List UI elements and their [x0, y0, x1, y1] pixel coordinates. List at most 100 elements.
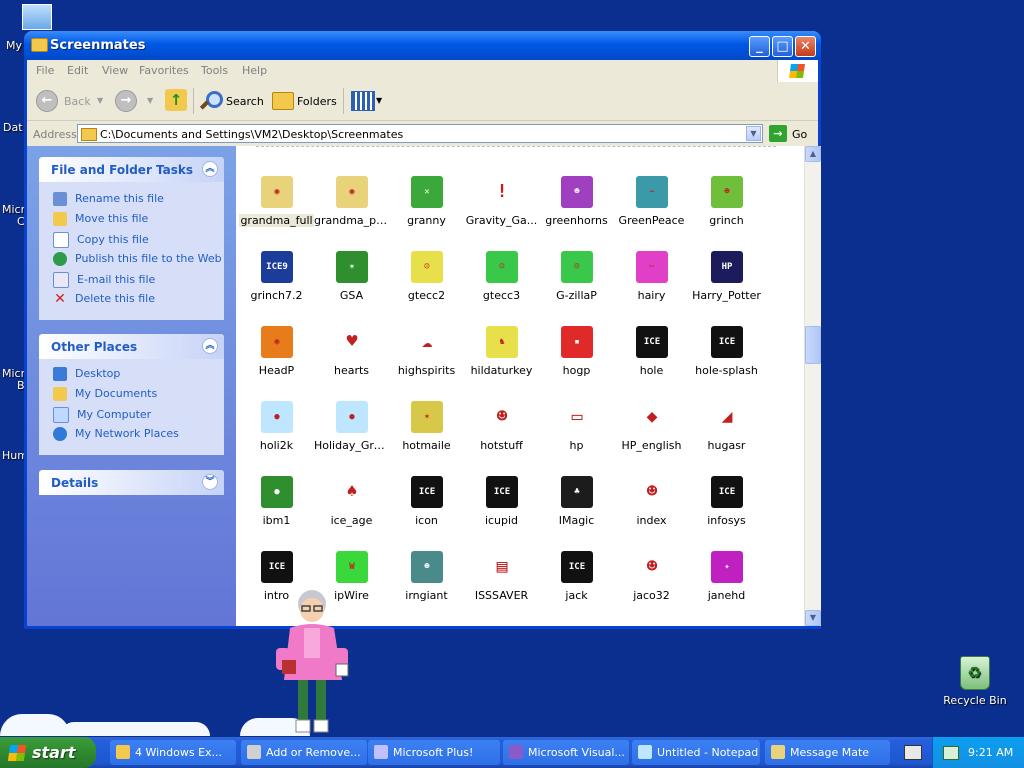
place-my-computer[interactable]: My Computer	[53, 407, 151, 425]
menu-file[interactable]: File	[36, 64, 54, 77]
place-my-documents[interactable]: My Documents	[53, 387, 157, 405]
start-button[interactable]: start	[0, 737, 96, 768]
file-item[interactable]: ◆ HP_english	[614, 401, 689, 471]
file-item[interactable]: ● holi2k	[239, 401, 314, 471]
file-item[interactable]: ✶ GSA	[314, 251, 389, 321]
file-item[interactable]: ● Holiday_Gre...	[314, 401, 389, 471]
title-bar[interactable]: Screenmates _ □ ✕	[24, 31, 821, 60]
collapse-chevron-icon[interactable]: ︽	[202, 161, 218, 177]
file-item[interactable]: ✶ hotmaile	[389, 401, 464, 471]
address-input[interactable]: C:\Documents and Settings\VM2\Desktop\Sc…	[77, 124, 763, 143]
forward-button[interactable]: →	[115, 90, 137, 112]
views-icon[interactable]	[351, 91, 375, 111]
file-item[interactable]: ▪ hogp	[539, 326, 614, 396]
file-item[interactable]: ♣ IMagic	[539, 476, 614, 546]
up-folder-button[interactable]: ↑	[165, 89, 187, 111]
panel-header[interactable]: File and Folder Tasks ︽	[39, 157, 224, 182]
file-item[interactable]: ☺ gtecc3	[464, 251, 539, 321]
file-item[interactable]: ● ibm1	[239, 476, 314, 546]
file-item[interactable]: ICE infosys	[689, 476, 764, 546]
file-item[interactable]: ☻ irngiant	[389, 551, 464, 621]
taskbar-button[interactable]: 4 Windows Ex...	[110, 740, 236, 765]
taskbar-button[interactable]: Message Mate	[765, 740, 890, 765]
panel-header[interactable]: Details ︾	[39, 470, 224, 495]
task-rename[interactable]: Rename this file	[53, 192, 164, 210]
file-item[interactable]: ▭ hp	[539, 401, 614, 471]
folders-button[interactable]: Folders	[297, 95, 337, 108]
collapse-chevron-icon[interactable]: ︽	[202, 338, 218, 354]
scroll-down-button[interactable]: ▼	[805, 610, 821, 626]
scroll-thumb[interactable]	[805, 326, 821, 364]
file-item[interactable]: ICE jack	[539, 551, 614, 621]
go-button[interactable]: Go	[792, 128, 807, 141]
file-item[interactable]: ☻ jaco32	[614, 551, 689, 621]
maximize-button[interactable]: □	[772, 36, 793, 57]
minimize-button[interactable]: _	[749, 36, 770, 57]
taskbar-button[interactable]: Microsoft Plus!	[368, 740, 500, 765]
back-button[interactable]: Back	[64, 95, 91, 108]
folders-icon[interactable]	[272, 92, 294, 110]
file-item[interactable]: ☻ greenhorns	[539, 176, 614, 246]
desktop-icon-label[interactable]: Dat	[3, 121, 23, 134]
task-publish[interactable]: Publish this file to the Web	[53, 252, 222, 270]
menu-favorites[interactable]: Favorites	[139, 64, 189, 77]
file-item[interactable]: ICE9 grinch7.2	[239, 251, 314, 321]
close-button[interactable]: ✕	[795, 36, 816, 57]
file-item[interactable]: ICE icupid	[464, 476, 539, 546]
go-arrow-icon[interactable]: →	[769, 125, 787, 142]
file-item[interactable]: ☺ G-zillaP	[539, 251, 614, 321]
scroll-up-button[interactable]: ▲	[805, 146, 821, 162]
place-my-network[interactable]: My Network Places	[53, 427, 179, 445]
grandma-screenmate-sprite[interactable]	[276, 584, 352, 740]
place-desktop[interactable]: Desktop	[53, 367, 120, 385]
file-item[interactable]: ◉ grandma_full	[239, 176, 314, 246]
file-item[interactable]: ☺ gtecc2	[389, 251, 464, 321]
desktop-icon-recycle-bin[interactable]: Recycle Bin	[940, 656, 1010, 707]
panel-header[interactable]: Other Places ︽	[39, 334, 224, 359]
file-item[interactable]: ◉ grandma_paid	[314, 176, 389, 246]
file-item[interactable]: ☻ hotstuff	[464, 401, 539, 471]
taskbar-button[interactable]: Add or Remove...	[241, 740, 367, 765]
file-item[interactable]: ICE icon	[389, 476, 464, 546]
menu-help[interactable]: Help	[242, 64, 267, 77]
tray-icon[interactable]	[943, 746, 959, 760]
forward-dropdown-icon[interactable]: ▼	[147, 96, 153, 105]
task-move[interactable]: Move this file	[53, 212, 148, 230]
back-arrow-icon[interactable]: ←	[36, 90, 58, 112]
file-item[interactable]: ICE hole	[614, 326, 689, 396]
menu-view[interactable]: View	[102, 64, 128, 77]
file-item[interactable]: ICE hole-splash	[689, 326, 764, 396]
file-item[interactable]: ☻ grinch	[689, 176, 764, 246]
menu-tools[interactable]: Tools	[201, 64, 228, 77]
menu-edit[interactable]: Edit	[67, 64, 88, 77]
file-item[interactable]: ▤ ISSSAVER	[464, 551, 539, 621]
file-item[interactable]: ✂ hairy	[614, 251, 689, 321]
file-item[interactable]: ~ GreenPeace	[614, 176, 689, 246]
desktop-icon-label[interactable]: My	[6, 39, 22, 52]
views-dropdown-icon[interactable]: ▼	[376, 96, 382, 105]
file-item[interactable]: HP Harry_Potter	[689, 251, 764, 321]
file-item[interactable]: ✕ granny	[389, 176, 464, 246]
file-item[interactable]: ♥ hearts	[314, 326, 389, 396]
file-item[interactable]: ☻ index	[614, 476, 689, 546]
expand-chevron-icon[interactable]: ︾	[202, 474, 218, 490]
search-icon[interactable]	[199, 90, 223, 112]
task-email[interactable]: E-mail this file	[53, 272, 155, 290]
task-delete[interactable]: ✕ Delete this file	[53, 292, 155, 310]
file-item[interactable]: ◉ HeadP	[239, 326, 314, 396]
vertical-scrollbar[interactable]: ▲ ▼	[804, 146, 821, 626]
search-button[interactable]: Search	[226, 95, 264, 108]
file-item[interactable]: ✦ janehd	[689, 551, 764, 621]
back-dropdown-icon[interactable]: ▼	[97, 96, 103, 105]
address-dropdown-icon[interactable]: ▼	[746, 126, 761, 141]
keyboard-icon[interactable]	[904, 745, 922, 760]
task-copy[interactable]: Copy this file	[53, 232, 149, 250]
file-item[interactable]: ♞ hildaturkey	[464, 326, 539, 396]
taskbar-button[interactable]: Microsoft Visual...	[503, 740, 629, 765]
file-item[interactable]: ♠ ice_age	[314, 476, 389, 546]
file-item[interactable]: ! Gravity_Ga...	[464, 176, 539, 246]
file-item[interactable]: ☁ highspirits	[389, 326, 464, 396]
taskbar-button[interactable]: Untitled - Notepad	[632, 740, 760, 765]
file-item[interactable]: ◢ hugasr	[689, 401, 764, 471]
desktop-icon-my-computer[interactable]	[22, 4, 52, 30]
